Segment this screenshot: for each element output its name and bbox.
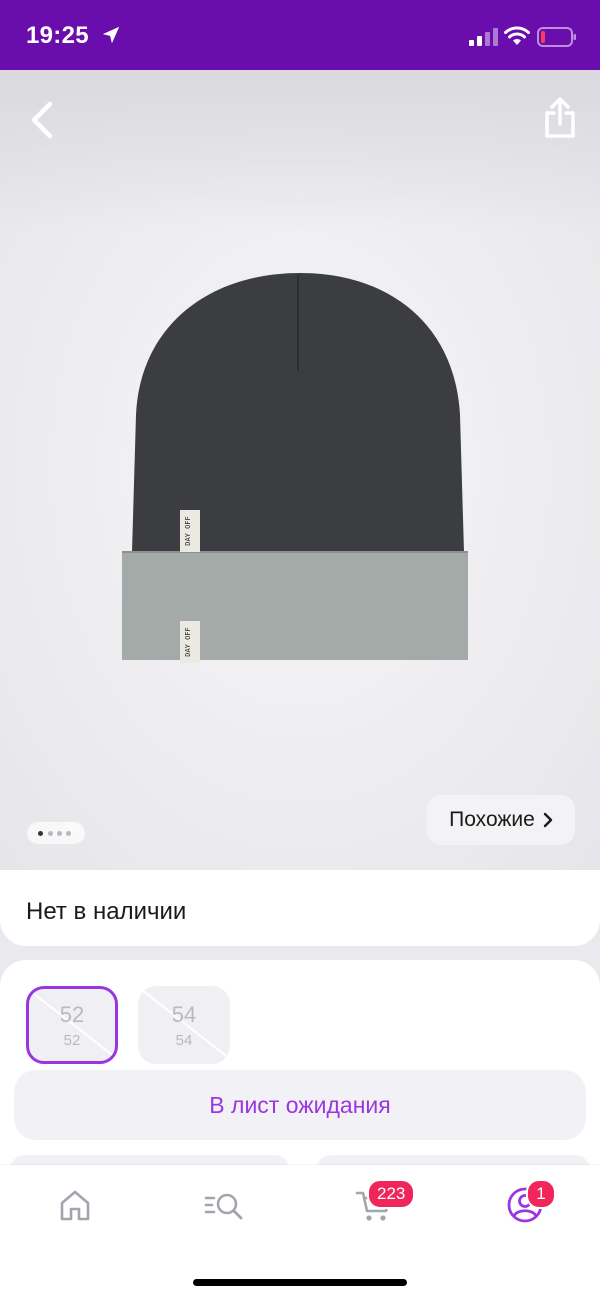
catalog-search-icon[interactable]	[204, 1185, 244, 1225]
hat-tag-top: DAY OFF	[184, 516, 192, 546]
page-dot	[66, 831, 71, 836]
availability-card: Нет в наличии	[0, 870, 600, 946]
hat-tag-bottom: DAY OFF	[184, 627, 192, 657]
wifi-icon	[504, 26, 530, 45]
similar-button[interactable]: Похожие	[427, 795, 575, 845]
size-chip-54[interactable]: 54 54	[138, 986, 230, 1064]
status-time: 19:25	[26, 22, 89, 49]
profile-notification-badge: 1	[526, 1179, 556, 1209]
add-to-waitlist-button[interactable]: В лист ожидания	[14, 1070, 586, 1140]
home-icon[interactable]	[55, 1185, 95, 1225]
size-label: 54	[171, 1002, 197, 1027]
share-icon[interactable]	[540, 96, 580, 140]
location-arrow-icon	[102, 26, 120, 44]
page-dot	[57, 831, 62, 836]
page-dot	[48, 831, 53, 836]
cart-count-badge: 223	[367, 1179, 416, 1209]
size-chip-52[interactable]: 52 52	[26, 986, 118, 1064]
product-image-gallery[interactable]: DAY OFF DAY OFF Похожие	[0, 70, 600, 870]
size-selector-card: 52 52 54 54 В лист ожидания	[0, 960, 600, 1170]
size-label: 52	[59, 1002, 85, 1027]
size-sublabel: 54	[175, 1032, 193, 1049]
chevron-right-icon	[543, 812, 553, 828]
similar-label: Похожие	[449, 808, 535, 831]
home-indicator	[193, 1279, 407, 1286]
back-chevron-icon[interactable]	[22, 98, 62, 142]
size-sublabel: 52	[63, 1032, 81, 1049]
battery-icon	[537, 27, 576, 47]
page-dot	[38, 831, 43, 836]
cellular-signal-icon	[469, 28, 498, 46]
status-bar: 19:25	[0, 0, 600, 70]
gallery-page-indicator	[27, 822, 85, 844]
product-image: DAY OFF DAY OFF	[122, 273, 468, 663]
availability-status: Нет в наличии	[26, 898, 187, 925]
